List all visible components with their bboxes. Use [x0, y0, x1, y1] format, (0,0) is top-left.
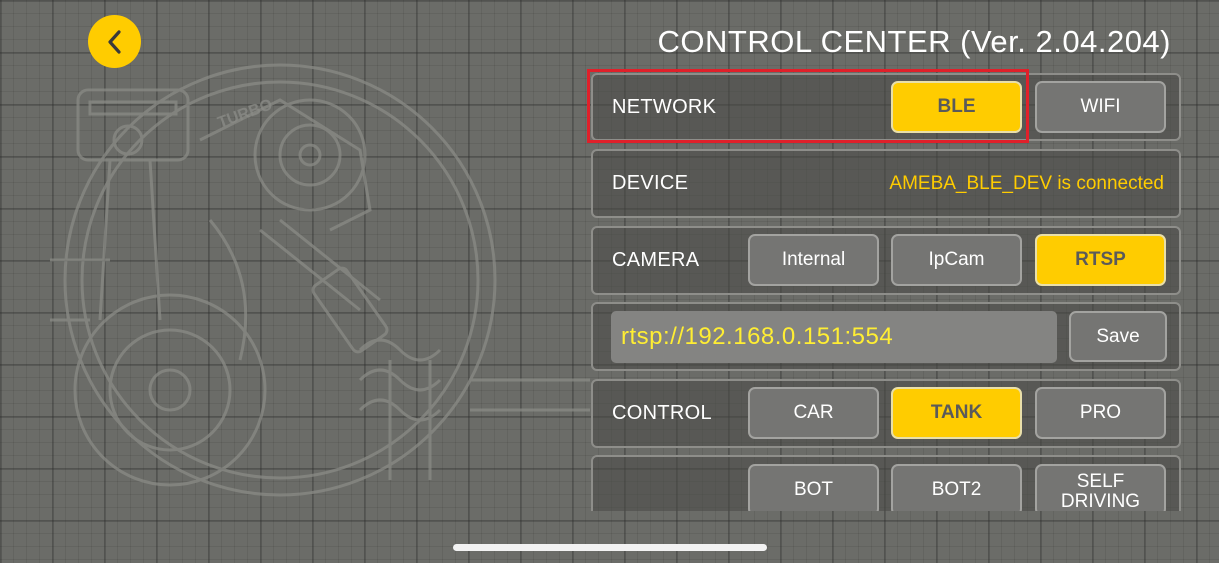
device-label: DEVICE	[612, 172, 689, 194]
control-self-driving-button[interactable]: SELF DRIVING	[1035, 464, 1166, 516]
home-indicator[interactable]	[453, 544, 767, 551]
camera-ipcam-button[interactable]: IpCam	[891, 234, 1022, 286]
chevron-left-icon	[107, 29, 121, 54]
device-row: DEVICE AMEBA_BLE_DEV is connected	[591, 149, 1181, 218]
control-label: CONTROL	[612, 402, 712, 424]
back-button[interactable]	[88, 15, 141, 68]
control-bot2-button[interactable]: BOT2	[891, 464, 1022, 516]
camera-internal-button[interactable]: Internal	[748, 234, 879, 286]
control-pro-button[interactable]: PRO	[1035, 387, 1166, 439]
svg-text:TURBO: TURBO	[216, 96, 275, 131]
control-bot-button[interactable]: BOT	[748, 464, 879, 516]
control-tank-button[interactable]: TANK	[891, 387, 1022, 439]
control-car-button[interactable]: CAR	[748, 387, 879, 439]
engine-illustration: TURBO	[50, 63, 590, 497]
highlight-box	[587, 69, 1029, 143]
rtsp-url-row: Save	[591, 302, 1181, 371]
camera-rtsp-button[interactable]: RTSP	[1035, 234, 1166, 286]
rtsp-url-input[interactable]	[611, 311, 1057, 363]
scroll-clip	[591, 511, 1191, 563]
save-button[interactable]: Save	[1069, 311, 1167, 362]
camera-row: CAMERA Internal IpCam RTSP	[591, 226, 1181, 295]
control-row: CONTROL CAR TANK PRO	[591, 379, 1181, 448]
camera-label: CAMERA	[612, 249, 700, 271]
network-wifi-button[interactable]: WIFI	[1035, 81, 1166, 133]
page-title: CONTROL CENTER (Ver. 2.04.204)	[657, 24, 1171, 59]
device-status: AMEBA_BLE_DEV is connected	[889, 172, 1164, 194]
